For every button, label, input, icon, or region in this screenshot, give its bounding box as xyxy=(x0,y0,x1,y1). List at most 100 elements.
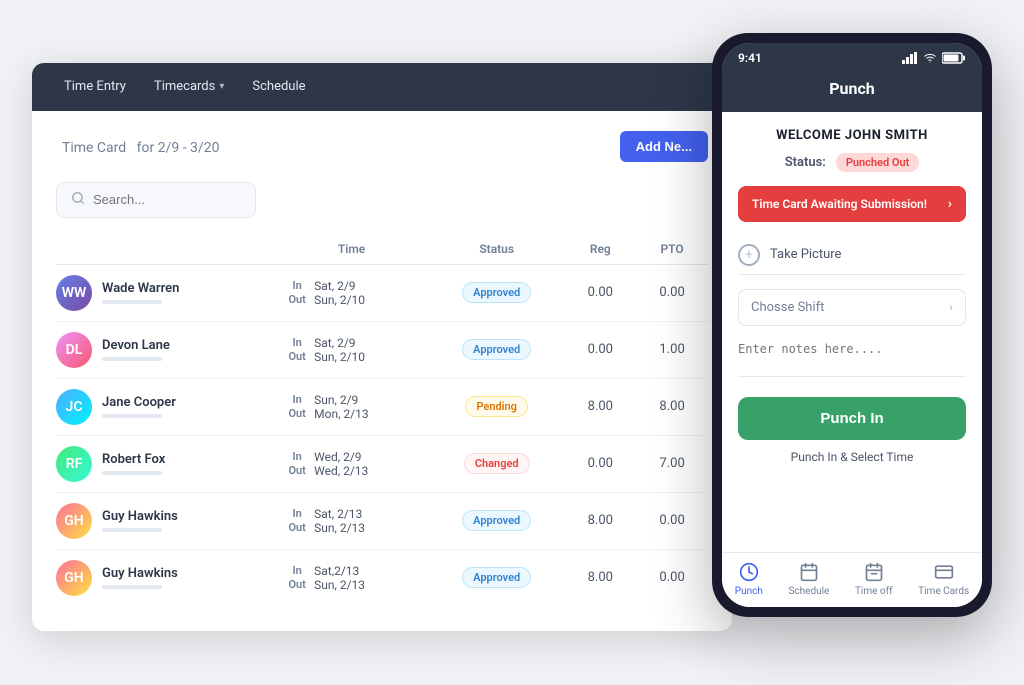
search-input[interactable] xyxy=(93,192,241,207)
add-new-button[interactable]: Add Ne... xyxy=(620,131,708,162)
person-bar xyxy=(102,585,162,589)
person-info: Jane Cooper xyxy=(102,395,176,418)
table-row[interactable]: GH Guy Hawkins InSat,2/13 OutSun, 2/13 A… xyxy=(56,549,708,606)
timecards-chevron-icon: ▾ xyxy=(219,81,224,92)
status-cell: Approved xyxy=(429,549,564,606)
person-name: Guy Hawkins xyxy=(102,566,178,581)
reg-cell: 0.00 xyxy=(564,435,636,492)
pto-cell: 0.00 xyxy=(636,492,708,549)
phone-status-bar: 9:41 xyxy=(722,43,982,71)
col-reg: Reg xyxy=(564,234,636,265)
table-row[interactable]: DL Devon Lane InSat, 2/9 OutSun, 2/10 Ap… xyxy=(56,321,708,378)
phone-body: WELCOME JOHN SMITH Status: Punched Out T… xyxy=(722,112,982,552)
avatar: GH xyxy=(56,560,92,596)
col-status: Status xyxy=(429,234,564,265)
person-info: Guy Hawkins xyxy=(102,566,178,589)
timecards-icon xyxy=(933,561,955,583)
person-cell: JC Jane Cooper xyxy=(56,379,274,435)
pto-cell: 7.00 xyxy=(636,435,708,492)
desktop-app: Time Entry Timecards ▾ Schedule Time Car… xyxy=(32,63,732,631)
alert-chevron-icon: › xyxy=(948,196,952,212)
time-cell: InSat, 2/13 OutSun, 2/13 xyxy=(274,492,429,549)
person-name: Wade Warren xyxy=(102,281,179,296)
phone-nav-punch[interactable]: Punch xyxy=(735,561,763,597)
person-info: Devon Lane xyxy=(102,338,170,361)
choose-shift-dropdown[interactable]: Chosse Shift › xyxy=(738,289,966,326)
reg-cell: 8.00 xyxy=(564,549,636,606)
nav-schedule-label: Schedule xyxy=(252,79,305,94)
nav-time-entry[interactable]: Time Entry xyxy=(52,73,138,100)
phone-title: Punch xyxy=(829,79,875,98)
person-bar xyxy=(102,471,162,475)
status-cell: Pending xyxy=(429,378,564,435)
phone-nav-timeoff[interactable]: Time off xyxy=(855,561,893,597)
person-cell: DL Devon Lane xyxy=(56,322,274,378)
pto-cell: 1.00 xyxy=(636,321,708,378)
table-row[interactable]: RF Robert Fox InWed, 2/9 OutWed, 2/13 Ch… xyxy=(56,435,708,492)
pto-cell: 0.00 xyxy=(636,549,708,606)
take-picture-button[interactable]: + Take Picture xyxy=(738,236,966,275)
phone-nav-schedule[interactable]: Schedule xyxy=(788,561,829,597)
nav-timeoff-label: Time off xyxy=(855,586,893,597)
phone-bottom-nav: Punch Schedule xyxy=(722,552,982,607)
table-row[interactable]: GH Guy Hawkins InSat, 2/13 OutSun, 2/13 … xyxy=(56,492,708,549)
phone-nav-timecards[interactable]: Time Cards xyxy=(918,561,969,597)
choose-shift-label: Chosse Shift xyxy=(751,300,824,315)
shift-chevron-icon: › xyxy=(949,300,953,314)
notes-input[interactable] xyxy=(738,336,966,377)
timecard-header: Time Card for 2/9 - 3/20 Add Ne... xyxy=(56,131,708,162)
reg-cell: 0.00 xyxy=(564,264,636,321)
person-info: Robert Fox xyxy=(102,452,165,475)
timecard-alert-button[interactable]: Time Card Awaiting Submission! › xyxy=(738,186,966,222)
signal-icon xyxy=(902,52,918,64)
time-cell: InSat,2/13 OutSun, 2/13 xyxy=(274,549,429,606)
person-name: Guy Hawkins xyxy=(102,509,178,524)
timeoff-icon xyxy=(863,561,885,583)
table-row[interactable]: JC Jane Cooper InSun, 2/9 OutMon, 2/13 P… xyxy=(56,378,708,435)
status-badge: Approved xyxy=(462,567,531,588)
pto-cell: 8.00 xyxy=(636,378,708,435)
page-title: Time Card for 2/9 - 3/20 xyxy=(56,136,219,157)
time-cell: InSun, 2/9 OutMon, 2/13 xyxy=(274,378,429,435)
reg-cell: 8.00 xyxy=(564,492,636,549)
timecard-date-range: for 2/9 - 3/20 xyxy=(137,140,220,156)
schedule-icon xyxy=(798,561,820,583)
avatar: GH xyxy=(56,503,92,539)
status-badge: Changed xyxy=(464,453,530,474)
app-content: Time Card for 2/9 - 3/20 Add Ne... xyxy=(32,111,732,631)
employee-table: Time Status Reg PTO WW Wade Warren xyxy=(56,234,708,606)
search-bar xyxy=(56,182,256,218)
person-bar xyxy=(102,414,162,418)
wifi-icon xyxy=(922,52,938,64)
take-picture-label: Take Picture xyxy=(770,247,841,262)
punch-icon xyxy=(738,561,760,583)
plus-icon: + xyxy=(738,244,760,266)
status-cell: Approved xyxy=(429,492,564,549)
avatar: WW xyxy=(56,275,92,311)
scene: Time Entry Timecards ▾ Schedule Time Car… xyxy=(32,33,992,653)
avatar: JC xyxy=(56,389,92,425)
status-badge: Pending xyxy=(465,396,528,417)
pto-cell: 0.00 xyxy=(636,264,708,321)
status-badge: Approved xyxy=(462,510,531,531)
search-icon xyxy=(71,191,85,209)
timecard-title-text: Time Card xyxy=(62,140,126,156)
person-name: Robert Fox xyxy=(102,452,165,467)
nav-timecards[interactable]: Timecards ▾ xyxy=(142,73,236,100)
phone-header: Punch xyxy=(722,71,982,112)
punch-select-time-link[interactable]: Punch In & Select Time xyxy=(738,450,966,464)
reg-cell: 0.00 xyxy=(564,321,636,378)
time-cell: InSat, 2/9 OutSun, 2/10 xyxy=(274,321,429,378)
status-row: Status: Punched Out xyxy=(738,153,966,172)
avatar: DL xyxy=(56,332,92,368)
person-info: Wade Warren xyxy=(102,281,179,304)
punch-in-button[interactable]: Punch In xyxy=(738,397,966,440)
nav-time-entry-label: Time Entry xyxy=(64,79,126,94)
col-pto: PTO xyxy=(636,234,708,265)
app-nav: Time Entry Timecards ▾ Schedule xyxy=(32,63,732,111)
person-bar xyxy=(102,357,162,361)
nav-schedule[interactable]: Schedule xyxy=(240,73,317,100)
person-cell: WW Wade Warren xyxy=(56,265,274,321)
person-name: Jane Cooper xyxy=(102,395,176,410)
table-row[interactable]: WW Wade Warren InSat, 2/9 OutSun, 2/10 A… xyxy=(56,264,708,321)
